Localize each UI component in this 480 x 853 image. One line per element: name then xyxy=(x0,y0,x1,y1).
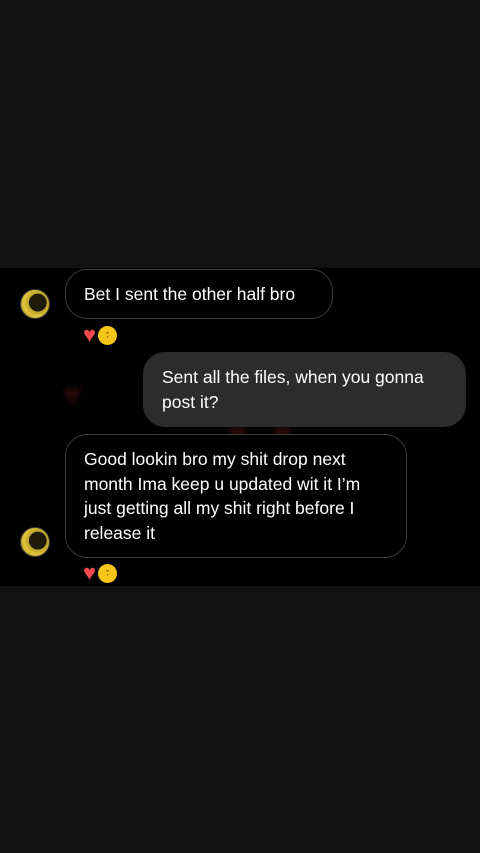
sticker-badge-icon: ▪▪ ▪ xyxy=(98,563,118,583)
heart-icon: ♥ xyxy=(83,560,97,585)
background-heart-icon: ♥ xyxy=(62,376,83,414)
screenshot-screen: ♥ ♥ ♥ ♥ ♥ ♥ Bet I sent the other half br… xyxy=(0,0,480,853)
message-reactions[interactable]: ♥ ▪▪ ▪ xyxy=(83,560,118,585)
received-message-bubble[interactable]: Bet I sent the other half bro xyxy=(65,269,333,319)
received-message-bubble[interactable]: Good lookin bro my shit drop next month … xyxy=(65,434,407,558)
sent-message-bubble[interactable]: Sent all the files, when you gonna post … xyxy=(143,352,466,427)
heart-icon: ♥ xyxy=(83,322,97,347)
contact-avatar[interactable] xyxy=(20,527,50,557)
message-reactions[interactable]: ♥ ▪▪ ▪ xyxy=(83,322,118,347)
chat-thread: ♥ ♥ ♥ ♥ ♥ ♥ Bet I sent the other half br… xyxy=(0,268,480,586)
sticker-badge-icon: ▪▪ ▪ xyxy=(98,325,118,345)
message-text: Sent all the files, when you gonna post … xyxy=(162,367,424,412)
message-text: Bet I sent the other half bro xyxy=(84,284,296,304)
contact-avatar[interactable] xyxy=(20,289,50,319)
message-text: Good lookin bro my shit drop next month … xyxy=(84,449,361,543)
